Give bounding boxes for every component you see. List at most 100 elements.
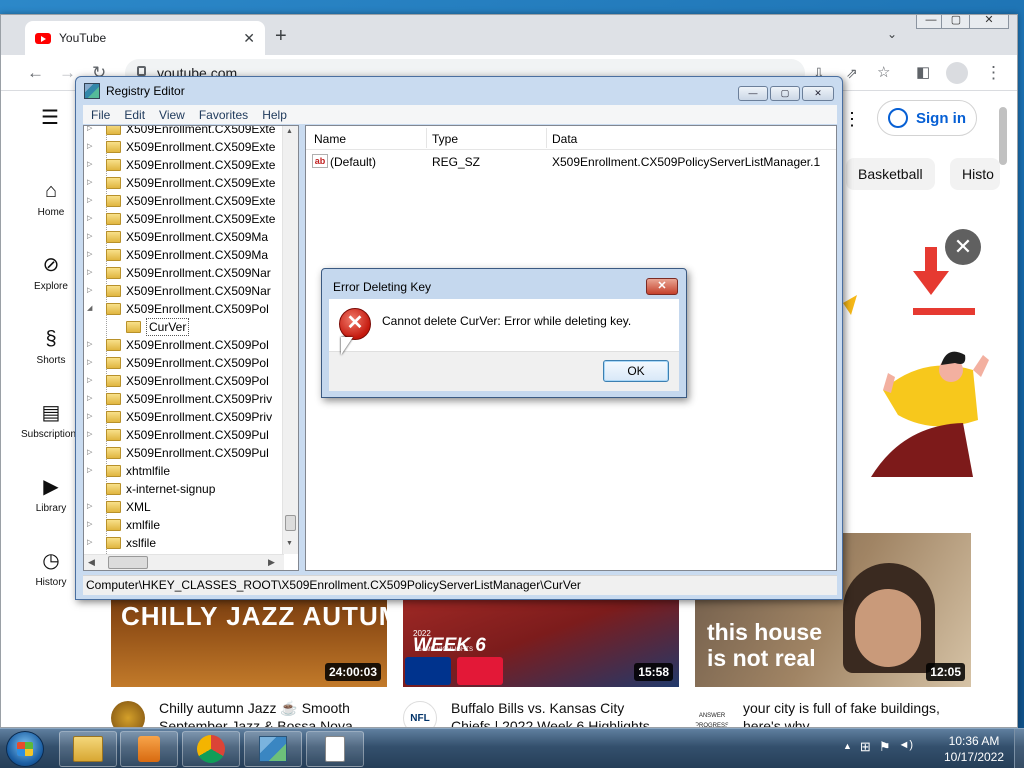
column-name-header[interactable]: Name (314, 132, 346, 146)
tree-node[interactable]: ▷ XML (84, 498, 289, 516)
video-title[interactable]: Buffalo Bills vs. Kansas City Chiefs | 2… (451, 699, 671, 727)
tree-expander-icon[interactable]: ▷ (87, 372, 92, 390)
menu-view[interactable]: View (159, 108, 185, 124)
tree-node[interactable]: ▷ X509Enrollment.CX509Pul (84, 426, 289, 444)
chrome-menu-icon[interactable]: ⋮ (985, 63, 1002, 83)
tree-hscroll-thumb[interactable] (108, 556, 148, 569)
tree-node[interactable]: ▷ X509Enrollment.CX509Exte (84, 126, 289, 138)
tree-vertical-scrollbar[interactable]: ▲ ▼ (282, 126, 298, 554)
tree-expander-icon[interactable]: ▷ (87, 156, 92, 174)
scroll-left-icon[interactable]: ◀ (88, 557, 95, 568)
tree-node[interactable]: ▷ X509Enrollment.CX509Priv (84, 408, 289, 426)
sign-in-button[interactable]: Sign in (877, 100, 977, 136)
tree-expander-icon[interactable]: ▷ (87, 282, 92, 300)
minimize-button[interactable]: — (738, 86, 768, 101)
tree-expander-icon[interactable]: ▷ (87, 462, 92, 480)
taskbar-explorer[interactable] (59, 731, 117, 767)
tree-node[interactable]: ▷ X509Enrollment.CX509Priv (84, 390, 289, 408)
taskbar-regedit[interactable] (244, 731, 302, 767)
channel-avatar[interactable] (111, 701, 145, 727)
tree-expander-icon[interactable]: ▷ (87, 426, 92, 444)
tree-horizontal-scrollbar[interactable]: ◀ ▶ (84, 554, 284, 570)
tree-expander-icon[interactable]: ▷ (87, 126, 92, 138)
menu-help[interactable]: Help (262, 108, 287, 124)
bookmark-star-icon[interactable]: ☆ (877, 63, 890, 83)
tree-node[interactable]: ▷ xslfile (84, 534, 289, 552)
tree-node[interactable]: ▷ xmlfile (84, 516, 289, 534)
hamburger-menu-icon[interactable]: ☰ (41, 105, 59, 130)
column-divider[interactable] (426, 128, 427, 148)
tree-expander-icon[interactable]: ▷ (87, 516, 92, 534)
tree-expander-icon[interactable]: ▷ (87, 210, 92, 228)
maximize-button[interactable]: ▢ (941, 15, 971, 29)
forward-icon[interactable]: → (59, 63, 76, 83)
tree-node[interactable]: ▷ X509Enrollment.CX509Nar (84, 282, 289, 300)
video-title[interactable]: your city is full of fake buildings, her… (743, 699, 963, 727)
tree-node[interactable]: ▷ X509Enrollment.CX509Pol (84, 354, 289, 372)
volume-icon[interactable]: ◄) (898, 739, 913, 755)
taskbar-solitaire[interactable] (306, 731, 364, 767)
menu-edit[interactable]: Edit (124, 108, 145, 124)
close-window-button[interactable]: ✕ (802, 86, 834, 101)
tree-expander-icon[interactable]: ▷ (87, 174, 92, 192)
tree-node[interactable]: CurVer (84, 318, 289, 336)
tree-expander-icon[interactable]: ▷ (87, 444, 92, 462)
menu-file[interactable]: File (91, 108, 110, 124)
tree-node[interactable]: ▷ xhtmlfile (84, 462, 289, 480)
tree-node[interactable]: ◢ X509Enrollment.CX509Pol (84, 300, 289, 318)
tree-expander-icon[interactable]: ▷ (87, 228, 92, 246)
tab-search-icon[interactable]: ⌄ (887, 27, 897, 41)
tree-node[interactable]: ▷ X509Enrollment.CX509Ma (84, 228, 289, 246)
tree-expander-icon[interactable]: ▷ (87, 408, 92, 426)
show-desktop-button[interactable] (1014, 729, 1024, 768)
settings-kebab-icon[interactable]: ⋮ (843, 109, 861, 130)
tree-node[interactable]: ▷ X509Enrollment.CX509Exte (84, 138, 289, 156)
tree-expander-icon[interactable]: ▷ (87, 264, 92, 282)
scroll-down-icon[interactable]: ▼ (286, 540, 293, 547)
share-icon[interactable]: ⇗ (846, 63, 858, 83)
tree-node[interactable]: ▷ X509Enrollment.CX509Exte (84, 192, 289, 210)
profile-avatar[interactable] (946, 62, 968, 84)
scroll-right-icon[interactable]: ▶ (268, 557, 275, 568)
tree-node[interactable]: ▷ X509Enrollment.CX509Pul (84, 444, 289, 462)
show-hidden-icons-icon[interactable]: ▲ (843, 739, 852, 755)
tree-expander-icon[interactable]: ▷ (87, 390, 92, 408)
action-center-flag-icon[interactable]: ⚑ (879, 739, 891, 755)
tree-node[interactable]: ▷ X509Enrollment.CX509Exte (84, 210, 289, 228)
registry-tree[interactable]: ▷ X509Enrollment.CX509Exte ▷ X509Enrollment… (83, 125, 299, 571)
tree-expander-icon[interactable]: ▷ (87, 354, 92, 372)
video-title[interactable]: Chilly autumn Jazz ☕ Smooth September Ja… (159, 699, 379, 727)
tree-node[interactable]: ▷ X509Enrollment.CX509Ma (84, 246, 289, 264)
channel-avatar[interactable]: NFL (403, 701, 437, 727)
tree-expander-icon[interactable]: ▷ (87, 192, 92, 210)
tree-node[interactable]: ▷ X509Enrollment.CX509Exte (84, 174, 289, 192)
tree-expander-icon[interactable]: ▷ (87, 138, 92, 156)
menu-favorites[interactable]: Favorites (199, 108, 248, 124)
tab-close-icon[interactable]: ✕ (243, 30, 255, 47)
close-window-button[interactable]: ✕ (969, 15, 1009, 29)
taskbar-chrome[interactable] (182, 731, 240, 767)
tree-scroll-thumb[interactable] (285, 515, 296, 531)
tree-node[interactable]: ▷ X509Enrollment.CX509Pol (84, 372, 289, 390)
back-icon[interactable]: ← (27, 63, 44, 83)
side-panel-icon[interactable]: ◧ (916, 63, 930, 83)
maximize-button[interactable]: ▢ (770, 86, 800, 101)
tree-expander-icon[interactable]: ▷ (87, 534, 92, 552)
tab-youtube[interactable]: YouTube ✕ (25, 21, 265, 55)
close-ad-icon[interactable]: ✕ (945, 229, 981, 265)
tree-node[interactable]: x-internet-signup (84, 480, 289, 498)
network-icon[interactable]: ⊞ (860, 739, 871, 755)
tree-expander-icon[interactable]: ▷ (87, 246, 92, 264)
column-divider[interactable] (546, 128, 547, 148)
system-clock[interactable]: 10:36 AM 10/17/2022 (936, 733, 1012, 765)
tree-expander-icon[interactable]: ▷ (87, 498, 92, 516)
tree-node[interactable]: ▷ X509Enrollment.CX509Nar (84, 264, 289, 282)
start-button[interactable] (6, 731, 44, 767)
tree-expander-icon[interactable]: ◢ (87, 300, 92, 318)
column-data-header[interactable]: Data (552, 132, 577, 146)
chip-basketball[interactable]: Basketball (846, 158, 935, 190)
taskbar-media-player[interactable] (120, 731, 178, 767)
tree-node[interactable]: ▷ X509Enrollment.CX509Exte (84, 156, 289, 174)
tree-expander-icon[interactable]: ▷ (87, 336, 92, 354)
new-tab-button[interactable]: + (275, 25, 287, 48)
